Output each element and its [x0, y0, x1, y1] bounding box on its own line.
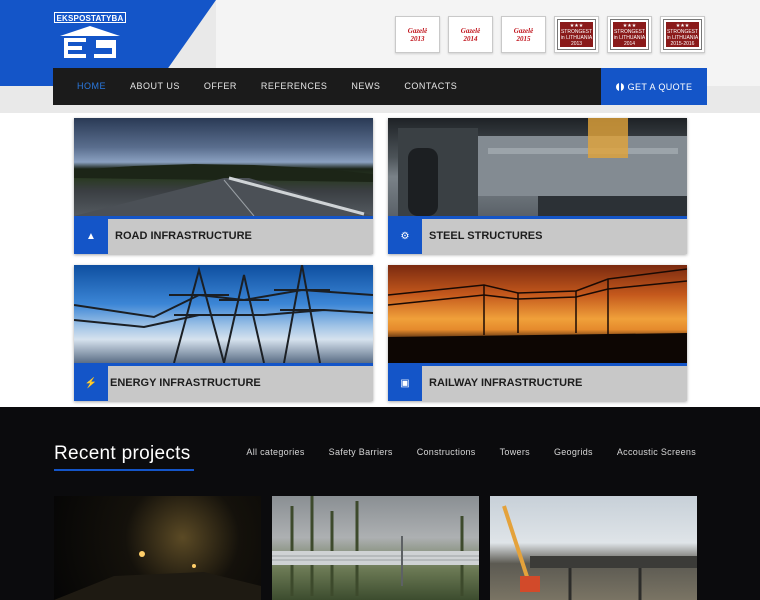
award-brand: Gazelė — [407, 26, 428, 35]
award-years: 2013 — [570, 40, 583, 47]
recent-projects-section: Recent projects All categories Safety Ba… — [0, 407, 760, 600]
project-thumbnail[interactable] — [54, 496, 261, 600]
nav-references[interactable]: REFERENCES — [249, 68, 340, 105]
service-label: RAILWAY INFRASTRUCTURE — [429, 377, 583, 389]
nav-contacts[interactable]: CONTACTS — [392, 68, 469, 105]
energy-image — [74, 265, 373, 363]
award-strongest-2015-2016[interactable]: ★★★ STRONGEST in LITHUANIA 2015-2016 — [660, 16, 705, 53]
nav-home[interactable]: HOME — [53, 68, 118, 105]
award-gazele-2014[interactable]: Gazelė 2014 — [448, 16, 493, 53]
title-underline — [54, 469, 194, 471]
service-steel-structures[interactable]: ⚙ STEEL STRUCTURES — [388, 118, 687, 254]
service-label: ENERGY INFRASTRUCTURE — [110, 377, 261, 389]
nav-news[interactable]: NEWS — [339, 68, 392, 105]
service-label: STEEL STRUCTURES — [429, 230, 543, 242]
logo-mark — [60, 26, 120, 58]
filter-accoustic-screens[interactable]: Accoustic Screens — [617, 447, 696, 457]
filter-constructions[interactable]: Constructions — [417, 447, 476, 457]
road-icon: ▲ — [74, 219, 108, 254]
award-gazele-2015[interactable]: Gazelė 2015 — [501, 16, 546, 53]
train-icon: ▣ — [388, 366, 422, 401]
steel-image — [388, 118, 687, 216]
project-filters: All categories Safety Barriers Construct… — [246, 447, 696, 457]
recent-projects-title: Recent projects — [54, 443, 191, 464]
award-strongest-2013[interactable]: ★★★ STRONGEST in LITHUANIA 2013 — [554, 16, 599, 53]
award-gazele-2013[interactable]: Gazelė 2013 — [395, 16, 440, 53]
service-road-infrastructure[interactable]: ▲ ROAD INFRASTRUCTURE — [74, 118, 373, 254]
gear-icon: ⚙ — [388, 219, 422, 254]
award-year: 2014 — [463, 34, 478, 43]
award-brand: Gazelė — [513, 26, 534, 35]
award-years: 2015-2016 — [670, 40, 695, 47]
quote-label: GET A QUOTE — [627, 81, 693, 92]
service-label: ROAD INFRASTRUCTURE — [115, 230, 252, 242]
get-a-quote-button[interactable]: GET A QUOTE — [601, 68, 707, 105]
awards-row: Gazelė 2013 Gazelė 2014 Gazelė 2015 ★★★ STR… — [395, 16, 705, 53]
nav-about-us[interactable]: ABOUT US — [118, 68, 192, 105]
service-railway-infrastructure[interactable]: ▣ RAILWAY INFRASTRUCTURE — [388, 265, 687, 401]
award-year: 2015 — [516, 34, 531, 43]
railway-image — [388, 265, 687, 363]
award-brand: Gazelė — [460, 26, 481, 35]
filter-all-categories[interactable]: All categories — [246, 447, 304, 457]
service-energy-infrastructure[interactable]: ⚡ ENERGY INFRASTRUCTURE — [74, 265, 373, 401]
lightning-icon: ⚡ — [74, 366, 108, 401]
road-image — [74, 118, 373, 216]
filter-geogrids[interactable]: Geogrids — [554, 447, 593, 457]
main-nav: HOME ABOUT US OFFER REFERENCES NEWS CONT… — [53, 68, 601, 105]
filter-safety-barriers[interactable]: Safety Barriers — [329, 447, 393, 457]
project-thumbnail[interactable] — [490, 496, 697, 600]
award-strongest-2014[interactable]: ★★★ STRONGEST in LITHUANIA 2014 — [607, 16, 652, 53]
filter-towers[interactable]: Towers — [500, 447, 530, 457]
nav-offer[interactable]: OFFER — [192, 68, 249, 105]
globe-icon — [615, 82, 624, 91]
award-year: 2013 — [410, 34, 425, 43]
project-thumbnail[interactable] — [272, 496, 479, 600]
logo-text: EKSPOSTATYBA — [54, 12, 126, 23]
site-logo[interactable]: EKSPOSTATYBA ES — [54, 12, 126, 58]
award-years: 2014 — [623, 40, 636, 47]
